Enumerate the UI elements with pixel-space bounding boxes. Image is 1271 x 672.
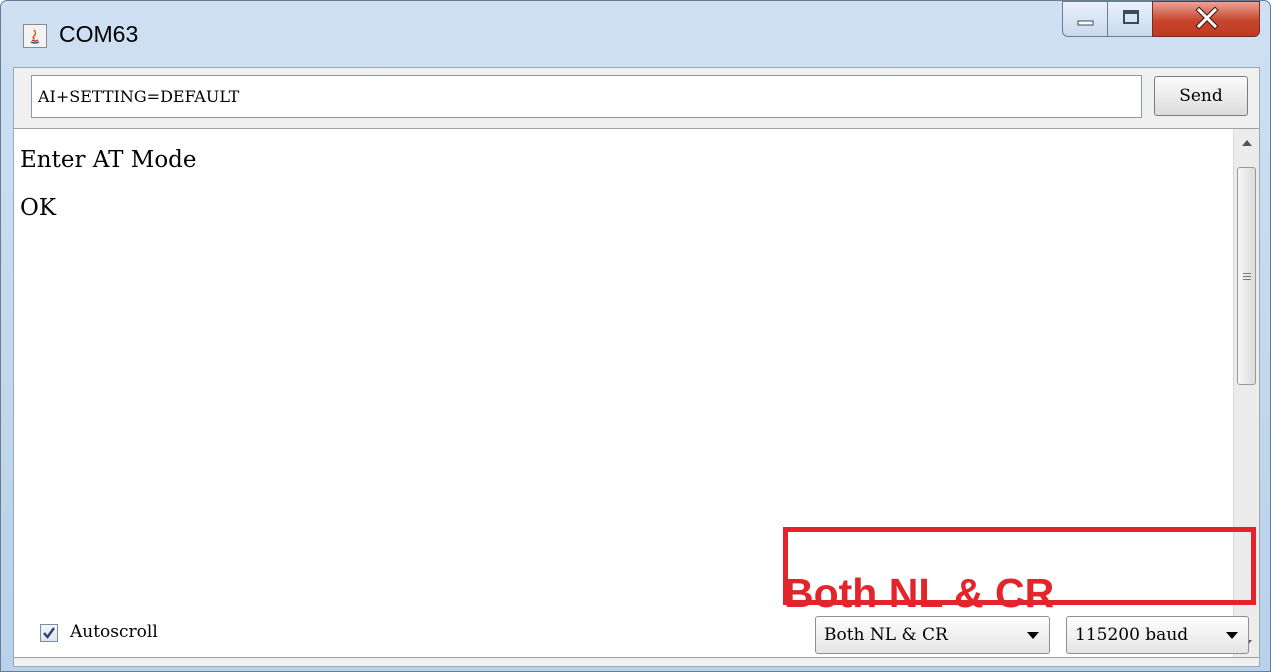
chevron-down-icon [1226, 632, 1238, 639]
chevron-down-icon [1027, 632, 1039, 639]
maximize-icon [1123, 10, 1139, 24]
baud-rate-select[interactable]: 115200 baud [1066, 616, 1249, 654]
grip-icon [1243, 273, 1251, 282]
title-bar[interactable]: COM63 [1, 1, 1270, 67]
maximize-button[interactable] [1107, 1, 1153, 37]
output-line: Enter AT Mode [20, 147, 197, 173]
checkmark-icon [43, 627, 55, 639]
command-input[interactable] [31, 75, 1142, 118]
close-icon [1195, 6, 1219, 30]
baud-rate-value: 115200 baud [1075, 625, 1189, 645]
send-button[interactable]: Send [1154, 76, 1248, 116]
line-ending-value: Both NL & CR [824, 625, 948, 645]
autoscroll-checkbox[interactable] [40, 624, 58, 642]
scroll-up-icon[interactable] [1241, 139, 1253, 147]
minimize-button[interactable] [1062, 1, 1108, 37]
java-icon [23, 24, 47, 48]
close-button[interactable] [1152, 1, 1260, 37]
highlight-box [783, 527, 1256, 605]
bottom-bar: Autoscroll Both NL & CR 115200 baud [14, 600, 1259, 666]
scroll-thumb[interactable] [1237, 167, 1256, 385]
autoscroll-label: Autoscroll [70, 622, 158, 642]
line-ending-select[interactable]: Both NL & CR [815, 616, 1050, 654]
output-text: Enter AT Mode OK [20, 143, 197, 239]
output-line: OK [20, 195, 57, 221]
window-title: COM63 [59, 21, 139, 47]
minimize-icon [1077, 20, 1094, 26]
